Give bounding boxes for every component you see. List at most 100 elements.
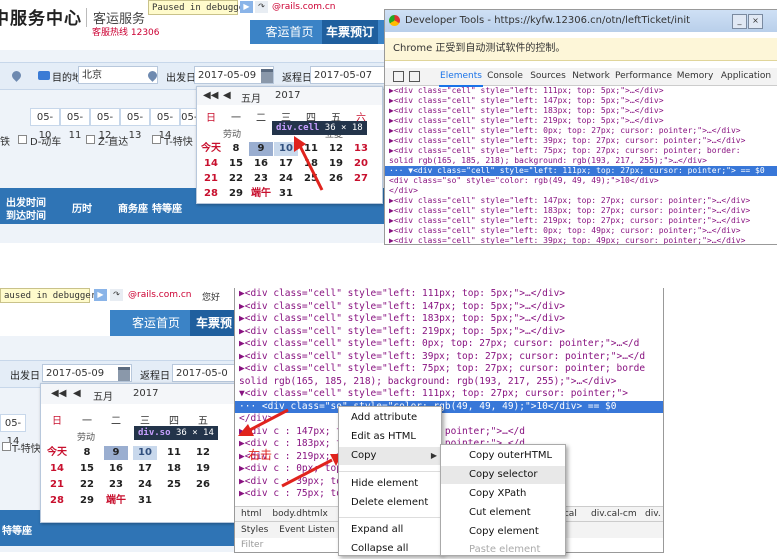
dom-node-line[interactable]: ▼<div class="cell" style="left: 111px; t… [235,388,663,400]
nav-booking[interactable]: 车票预 [190,310,238,336]
menu-copy[interactable]: Copy [339,447,441,465]
date-cell-hovered[interactable]: 10 [133,446,157,460]
dom-node-line[interactable]: ▶<div class="cell" style="left: 39px; to… [385,236,777,244]
prev-month-icon[interactable]: ◀ [223,90,231,101]
date-cell[interactable]: 19 [191,462,215,476]
date-cell[interactable]: 27 [349,172,373,186]
date-cell[interactable]: 28 [45,494,69,508]
filter-checkbox[interactable] [18,135,27,144]
date-cell[interactable]: 22 [224,172,248,186]
date-cell[interactable]: 29 [224,187,248,201]
calendar-icon[interactable] [261,69,273,83]
date-cell-holiday[interactable]: 端午 [249,187,273,201]
dom-node-line[interactable]: </div> [385,186,777,196]
date-cell[interactable]: 15 [75,462,99,476]
dom-node-line[interactable]: ▶<div class="cell" style="left: 219px; t… [385,116,777,126]
date-cell-holiday[interactable]: 端午 [104,494,128,508]
filter-checkbox[interactable] [86,135,95,144]
date-cell[interactable]: 25 [162,478,186,492]
date-cell[interactable]: 16 [104,462,128,476]
dom-node-line[interactable]: ▶<div class="cell" style="left: 111px; t… [235,288,663,300]
menu-edit-as-html[interactable]: Edit as HTML [339,428,441,446]
menu-hide-element[interactable]: Hide element [339,475,441,493]
dom-node-line[interactable]: ▶<div class="cell" style="left: 0px; top… [235,338,663,350]
dom-node-line[interactable]: ▶<div class="cell" style="left: 75px; to… [385,146,777,156]
date-cell[interactable]: 18 [162,462,186,476]
crumb[interactable]: div. [645,507,661,521]
dom-node-line[interactable]: ··· ▼<div class="cell" style="left: 111p… [385,166,777,176]
date-tab[interactable]: 05-10 [30,108,60,141]
dom-node-line[interactable]: ▶<div c : 147px; top: 27px; cursor: poin… [235,426,663,438]
date-cell[interactable]: 23 [104,478,128,492]
tab-sources[interactable]: Sources [529,68,567,85]
date-cell-selected[interactable]: 9 [249,142,273,156]
dom-node-line[interactable]: ▶<div class="cell" style="left: 147px; t… [235,301,663,313]
return-date-input[interactable]: 2017-05-0 [172,364,238,382]
dom-node-line[interactable]: ▶<div class="cell" style="left: 183px; t… [385,206,777,216]
date-cell-selected[interactable]: 9 [104,446,128,460]
nav-home[interactable]: 客运首页 [262,20,317,44]
step-over-button[interactable]: ↷ [110,289,123,301]
dom-node-line[interactable]: solid rgb(165, 185, 218); background: rg… [235,376,663,388]
date-cell[interactable]: 8 [224,142,248,156]
close-icon[interactable]: × [748,14,763,29]
date-cell[interactable]: 21 [45,478,69,492]
tab-console[interactable]: Console [485,68,525,85]
tab-event-listeners[interactable]: Event Listen [279,525,335,535]
dom-node-line[interactable]: <div class="so" style="color: rgb(49, 49… [385,176,777,186]
tab-elements[interactable]: Elements [439,68,483,87]
date-cell[interactable]: 14 [45,462,69,476]
date-cell-today[interactable]: 今天 [45,446,69,460]
date-cell[interactable]: 17 [133,462,157,476]
menu-delete-element[interactable]: Delete element [339,494,441,512]
date-tab[interactable]: 05-13 [120,108,150,141]
resume-button[interactable]: ▶ [94,289,107,301]
crumb[interactable]: html [241,509,262,519]
date-cell[interactable]: 28 [199,187,223,201]
dom-node-line[interactable]: ▶<div class="cell" style="left: 147px; t… [385,196,777,206]
dom-node-line[interactable]: solid rgb(165, 185, 218); background: rg… [385,156,777,166]
dom-node-line[interactable]: ▶<div class="cell" style="left: 0px; top… [385,126,777,136]
styles-filter[interactable]: Filter [241,540,263,550]
minimize-icon[interactable]: _ [732,14,747,29]
date-cell[interactable]: 26 [191,478,215,492]
prev-year-icon[interactable]: ◀◀ [51,388,66,399]
menu-copy-xpath[interactable]: Copy XPath [441,485,565,503]
inspect-icon[interactable] [393,71,404,82]
dom-node-line[interactable]: ··· <div class="so" style="color: rgb(49… [235,400,663,413]
date-tab[interactable]: 05-14 [0,414,26,447]
nav-booking[interactable]: 车票预订 [322,20,378,44]
crumb[interactable]: div.cal-cm [591,507,637,521]
date-tab[interactable]: 05-14 [150,108,180,141]
dom-node-line[interactable]: ▶<div class="cell" style="left: 183px; t… [385,106,777,116]
swap-icon[interactable] [38,71,50,80]
menu-expand-all[interactable]: Expand all [339,521,441,539]
dom-node-line[interactable]: ▶<div class="cell" style="left: 0px; top… [385,226,777,236]
date-cell[interactable]: 12 [191,446,215,460]
date-cell[interactable]: 29 [75,494,99,508]
dom-node-line[interactable]: ▶<div class="cell" style="left: 39px; to… [235,351,663,363]
tab-network[interactable]: Network [571,68,611,85]
dom-node-line[interactable]: ▶<div class="cell" style="left: 219px; t… [385,216,777,226]
menu-cut-element[interactable]: Cut element [441,504,565,522]
date-cell[interactable]: 21 [199,172,223,186]
date-cell-today[interactable]: 今天 [199,142,223,156]
dom-node-line[interactable]: ▶<div class="cell" style="left: 39px; to… [385,136,777,146]
date-cell[interactable]: 11 [162,446,186,460]
date-cell[interactable]: 8 [75,446,99,460]
date-cell[interactable]: 20 [349,157,373,171]
to-input[interactable]: 北京 [78,66,158,84]
tab-performance[interactable]: Performance [615,68,672,85]
date-cell[interactable]: 24 [133,478,157,492]
step-over-button[interactable]: ↷ [255,1,268,13]
tab-memory[interactable]: Memory [675,68,715,85]
menu-copy-element[interactable]: Copy element [441,523,565,541]
filter-checkbox[interactable] [2,442,11,451]
crumb[interactable]: body.dhtmlx [272,509,327,519]
prev-month-icon[interactable]: ◀ [73,388,81,399]
prev-year-icon[interactable]: ◀◀ [203,90,218,101]
return-date-input[interactable]: 2017-05-07 [310,66,385,84]
date-cell[interactable]: 15 [224,157,248,171]
date-cell[interactable]: 13 [349,142,373,156]
device-icon[interactable] [409,71,420,82]
